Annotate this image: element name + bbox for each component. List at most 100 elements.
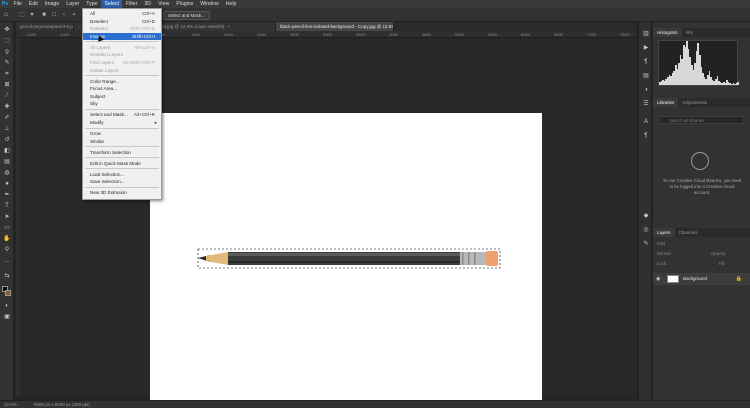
menu-item-label: Color Range... xyxy=(90,78,120,84)
menu-select[interactable]: Select xyxy=(100,0,123,8)
type-tool-icon[interactable]: T xyxy=(3,202,11,210)
rectangle-tool-icon[interactable]: ▭ xyxy=(3,224,11,232)
tab-layers[interactable]: Layers xyxy=(653,228,675,237)
select-menu-item-load-selection[interactable]: Load Selection... xyxy=(83,171,161,178)
menu-plugins[interactable]: Plugins xyxy=(173,0,197,8)
select-menu-item-all[interactable]: All Ctrl+A xyxy=(83,10,161,17)
menu-view[interactable]: View xyxy=(155,0,173,8)
more-tools-icon[interactable]: … xyxy=(3,257,11,265)
blur-tool-icon[interactable]: ◍ xyxy=(3,169,11,177)
select-menu-item-focus-area[interactable]: Focus Area... xyxy=(83,85,161,92)
tool-preset-dropdown-icon[interactable]: ▾ xyxy=(28,11,36,19)
properties-icon[interactable]: ☰ xyxy=(642,100,650,108)
frame-tool-icon[interactable]: ⊠ xyxy=(3,81,11,89)
intersect-selection-icon[interactable]: ▪ xyxy=(70,11,78,19)
eyedropper-tool-icon[interactable]: ⁄ xyxy=(3,92,11,100)
lasso-tool-icon[interactable]: ϙ xyxy=(3,48,11,56)
blend-mode-select[interactable]: Normal xyxy=(657,251,671,256)
select-menu-item-inverse[interactable]: Inverse Shift+Ctrl+I xyxy=(83,32,161,40)
menu-item-label: All xyxy=(90,11,96,16)
layers-icon[interactable]: ◆ xyxy=(642,212,650,220)
libraries-search-input[interactable]: Search all libraries xyxy=(658,116,744,124)
tab-adjustments[interactable]: Adjustments xyxy=(678,98,711,107)
select-and-mask-button[interactable]: Select and Mask... xyxy=(163,11,211,20)
select-menu-item-deselect[interactable]: Deselect Ctrl+D xyxy=(83,18,161,25)
select-menu-item-grow[interactable]: Grow xyxy=(83,130,161,137)
layer-kind-filter[interactable]: Kind xyxy=(657,241,665,246)
select-menu-item-edit-in-quick-mask-mode[interactable]: Edit in Quick Mask Mode xyxy=(83,160,161,167)
menu-item-shortcut: Shift+Ctrl+I xyxy=(132,33,155,39)
select-menu-item-color-range[interactable]: Color Range... xyxy=(83,78,161,85)
history-brush-tool-icon[interactable]: ↺ xyxy=(3,136,11,144)
document-tab[interactable]: black-pencil-lies-isolated-background - … xyxy=(276,22,394,31)
histogram-panel-tabs: Histogram Info xyxy=(653,28,750,37)
menu-item-label: Find Layers xyxy=(90,60,115,65)
healing-brush-tool-icon[interactable]: ✚ xyxy=(3,103,11,111)
menu-window[interactable]: Window xyxy=(197,0,222,8)
select-menu-item-modify[interactable]: Modify ▸ xyxy=(83,119,161,126)
new-selection-icon[interactable]: ■ xyxy=(40,11,48,19)
channels-icon[interactable]: ◎ xyxy=(642,226,650,234)
path-selection-tool-icon[interactable]: ➤ xyxy=(3,213,11,221)
layer-thumbnail xyxy=(667,275,679,283)
menu-edit[interactable]: Edit xyxy=(25,0,41,8)
menu-help[interactable]: Help xyxy=(222,0,240,8)
background-color-swatch[interactable] xyxy=(5,290,11,296)
select-menu-item-sky[interactable]: Sky xyxy=(83,100,161,107)
subtract-selection-icon[interactable]: ▫ xyxy=(60,11,68,19)
tab-histogram[interactable]: Histogram xyxy=(653,28,682,37)
screen-mode-icon[interactable]: ▣ xyxy=(3,313,11,321)
select-menu-item-select-and-mask[interactable]: Select and Mask... Alt+Ctrl+R xyxy=(83,111,161,118)
marquee-tool-icon[interactable]: ⬚ xyxy=(18,11,26,19)
ruler-tick-label: 7000 xyxy=(587,32,596,37)
swap-colors-icon[interactable]: ⇆ xyxy=(3,272,11,280)
lock-icon[interactable]: 🔒 xyxy=(736,276,742,282)
menu-type[interactable]: Type xyxy=(83,0,101,8)
crop-tool-icon[interactable]: ⌗ xyxy=(3,70,11,78)
select-menu-item-subject[interactable]: Subject xyxy=(83,93,161,100)
hand-tool-icon[interactable]: ✋ xyxy=(3,235,11,243)
eraser-tool-icon[interactable]: ◧ xyxy=(3,147,11,155)
libraries-icon[interactable]: ▤ xyxy=(642,72,650,80)
select-menu-item-save-selection[interactable]: Save Selection... xyxy=(83,178,161,185)
menu-file[interactable]: File xyxy=(10,0,25,8)
paragraph-icon[interactable]: ¶ xyxy=(642,58,650,66)
home-icon[interactable]: ⌂ xyxy=(4,11,12,19)
document-canvas[interactable] xyxy=(150,113,542,405)
document-tab[interactable]: pencil-png-transparent-8.png @...× xyxy=(16,22,74,31)
move-tool-icon[interactable]: ✥ xyxy=(3,26,11,34)
zoom-tool-icon[interactable]: ⚲ xyxy=(3,246,11,254)
paragraph-style-icon[interactable]: ¶ xyxy=(642,132,650,140)
photoshop-logo-icon[interactable]: Ps xyxy=(0,0,10,8)
clone-stamp-tool-icon[interactable]: ⊥ xyxy=(3,125,11,133)
menu-layer[interactable]: Layer xyxy=(63,0,83,8)
ruler-tick-label: -1500 xyxy=(26,32,37,37)
tab-channels[interactable]: Channels xyxy=(675,228,702,237)
select-menu-item-similar[interactable]: Similar xyxy=(83,138,161,145)
visibility-eye-icon[interactable]: ◉ xyxy=(656,276,660,282)
quick-mask-icon[interactable]: ◐ xyxy=(3,302,11,310)
play-actions-icon[interactable]: ▶ xyxy=(642,44,650,52)
close-tab-icon[interactable]: × xyxy=(227,24,230,29)
dodge-tool-icon[interactable]: ● xyxy=(3,180,11,188)
tab-libraries[interactable]: Libraries xyxy=(653,98,679,107)
adjustments-icon[interactable]: ◑ xyxy=(642,86,650,94)
menu-3d[interactable]: 3D xyxy=(141,0,155,8)
select-menu-item-transform-selection[interactable]: Transform Selection xyxy=(83,149,161,156)
add-to-selection-icon[interactable]: □ xyxy=(50,11,58,19)
paths-icon[interactable]: ✎ xyxy=(642,240,650,248)
brush-tool-icon[interactable]: ✐ xyxy=(3,114,11,122)
histogram-icon[interactable]: ▥ xyxy=(642,30,650,38)
select-menu-item-new-3d-extrusion[interactable]: New 3D Extrusion xyxy=(83,189,161,196)
menu-filter[interactable]: Filter xyxy=(122,0,141,8)
character-icon[interactable]: A xyxy=(642,118,650,126)
quick-select-tool-icon[interactable]: ✎ xyxy=(3,59,11,67)
zoom-level[interactable]: 12.5% xyxy=(4,402,17,407)
layer-name[interactable]: Background xyxy=(683,276,707,281)
pen-tool-icon[interactable]: ✒ xyxy=(3,191,11,199)
gradient-tool-icon[interactable]: ▤ xyxy=(3,158,11,166)
menu-image[interactable]: Image xyxy=(41,0,62,8)
tab-info[interactable]: Info xyxy=(682,28,698,37)
layer-row-background[interactable]: ◉ Background 🔒 xyxy=(653,273,750,285)
marquee-tool-icon[interactable]: ⬚ xyxy=(3,37,11,45)
